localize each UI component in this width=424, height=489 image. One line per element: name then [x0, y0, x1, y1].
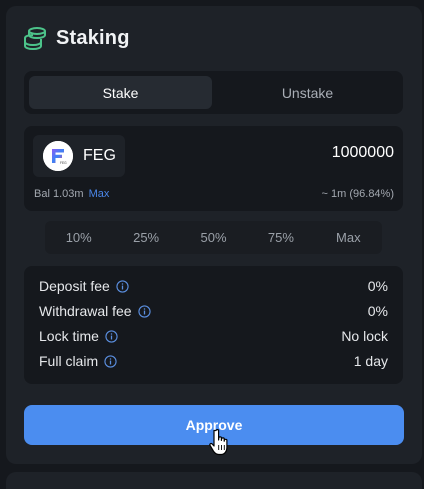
full-claim-value: 1 day	[353, 353, 388, 369]
fee-row-withdrawal: Withdrawal fee 0%	[39, 300, 388, 322]
fee-details: Deposit fee 0% Withdrawal fee 0% Lock ti…	[24, 266, 403, 384]
amount-estimate: ~ 1m (96.84%)	[321, 188, 394, 200]
info-icon[interactable]	[105, 329, 118, 343]
balance-text: Bal 1.03m Max	[34, 188, 109, 200]
feg-logo-icon: FEG	[43, 141, 73, 171]
stake-tabs: Stake Unstake	[24, 71, 403, 114]
withdrawal-fee-label: Withdrawal fee	[39, 303, 132, 319]
token-selector[interactable]: FEG FEG	[33, 135, 125, 177]
withdrawal-fee-value: 0%	[367, 303, 388, 319]
lock-time-label: Lock time	[39, 328, 99, 344]
fee-row-full-claim: Full claim 1 day	[39, 350, 388, 372]
hand-pointer-cursor-icon	[209, 429, 228, 456]
percent-option-50[interactable]: 50%	[180, 221, 247, 254]
deposit-fee-value: 0%	[367, 278, 388, 294]
percent-option-max[interactable]: Max	[315, 221, 382, 254]
percent-option-25[interactable]: 25%	[112, 221, 179, 254]
next-card-edge	[6, 472, 422, 489]
full-claim-label: Full claim	[39, 353, 99, 369]
max-link[interactable]: Max	[89, 188, 110, 200]
svg-text:FEG: FEG	[60, 161, 67, 165]
amount-input[interactable]	[194, 144, 394, 162]
page-title: Staking	[56, 26, 130, 49]
info-icon[interactable]	[116, 279, 129, 293]
lock-time-value: No lock	[341, 328, 388, 344]
fee-row-lock-time: Lock time No lock	[39, 325, 388, 347]
fee-row-deposit: Deposit fee 0%	[39, 275, 388, 297]
tab-unstake[interactable]: Unstake	[216, 76, 399, 109]
info-icon[interactable]	[137, 304, 151, 318]
page: Staking Stake Unstake FEG FEG 1000000 Ba…	[0, 0, 424, 489]
deposit-fee-label: Deposit fee	[39, 278, 110, 294]
percent-option-10[interactable]: 10%	[45, 221, 112, 254]
coin-stack-icon	[24, 27, 46, 51]
percent-option-75[interactable]: 75%	[247, 221, 314, 254]
token-symbol: FEG	[83, 147, 116, 164]
percent-selector: 10% 25% 50% 75% Max	[45, 221, 382, 254]
feg-token-logo: FEG	[43, 141, 73, 171]
amount-panel: FEG FEG Bal 1.03m Max ~ 1m (96.84%)	[24, 126, 403, 211]
info-icon[interactable]	[104, 354, 117, 368]
tab-stake[interactable]: Stake	[29, 76, 212, 109]
balance-value: Bal 1.03m	[34, 188, 84, 200]
staking-header: Staking	[22, 24, 130, 52]
